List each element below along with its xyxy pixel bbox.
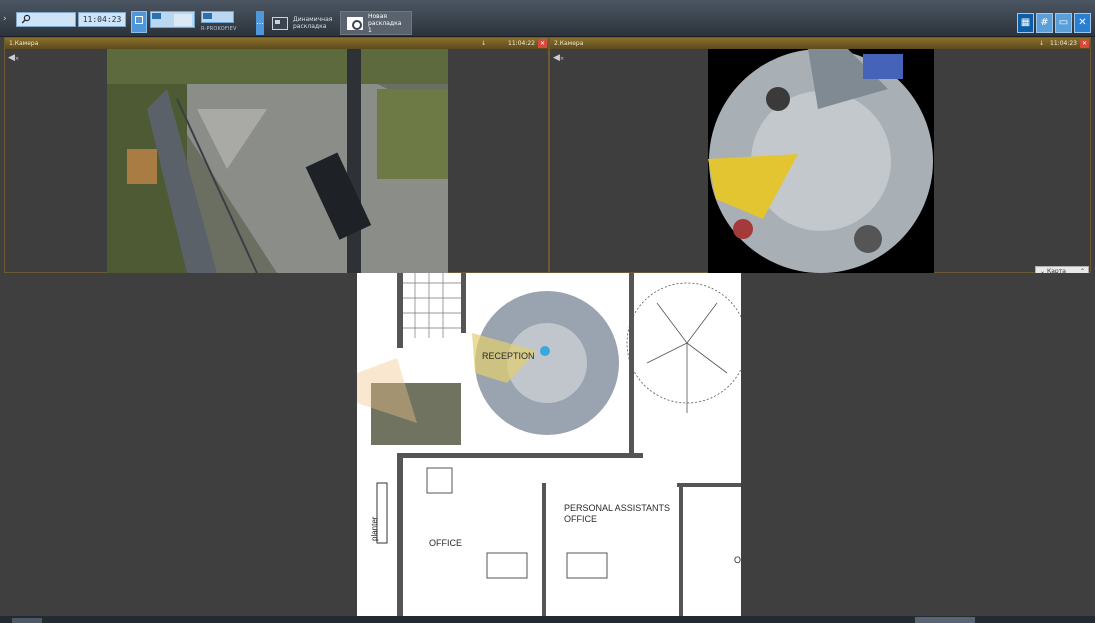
status-controls[interactable] <box>915 617 975 623</box>
floor-plan[interactable]: RECEPTION PERSONAL ASSISTANTS OFFICE OFF… <box>357 273 741 618</box>
grid-icon: # <box>1040 17 1049 28</box>
grid-button[interactable]: # <box>1036 13 1053 33</box>
speaker-icon[interactable]: ◀× <box>553 53 564 63</box>
expand-panel-arrow-icon[interactable]: › <box>3 14 7 24</box>
room-label: O <box>734 555 742 565</box>
camera-tile-1[interactable]: 1.Камера ↓ 11:04:22 ✕ ◀× <box>4 37 549 273</box>
camera-time: 11:04:22 <box>508 40 535 47</box>
room-label: OFFICE <box>564 514 597 524</box>
window-icon: ▭ <box>1058 17 1069 28</box>
more-layouts-button[interactable]: ... <box>256 11 264 35</box>
server-thumbnail[interactable] <box>201 11 234 23</box>
camera-title: 1.Камера <box>9 40 39 47</box>
close-icon[interactable]: ✕ <box>538 39 547 48</box>
app-window: › 11:04:23 R-PROKOFIEV ... Динамичная рас… <box>0 0 1095 623</box>
camera-header: 2.Камера ↓ 11:04:23 ✕ <box>550 38 1090 49</box>
room-label: RECEPTION <box>482 351 535 361</box>
settings-button[interactable]: ✕ <box>1074 13 1091 33</box>
status-button[interactable] <box>12 618 42 623</box>
clock-display: 11:04:23 <box>78 12 126 27</box>
room-label: OFFICE <box>429 538 462 548</box>
search-icon <box>21 14 31 24</box>
grid-layout-icon: ▦ <box>1020 17 1031 28</box>
search-input[interactable] <box>16 12 76 27</box>
pin-icon[interactable]: ↓ <box>1039 38 1044 49</box>
tab-new-layout[interactable]: Новая раскладка 1 <box>340 11 412 35</box>
window-button[interactable]: ▭ <box>1055 13 1072 33</box>
speaker-icon[interactable]: ◀× <box>8 53 19 63</box>
camera-video-2 <box>708 49 934 273</box>
map-panel[interactable]: RECEPTION PERSONAL ASSISTANTS OFFICE OFF… <box>0 273 1095 618</box>
right-toolbar: ▦ # ▭ ✕ <box>1017 13 1091 33</box>
settings-tool-icon: ✕ <box>1078 17 1087 28</box>
tab-dynamic-layout[interactable]: Динамичная раскладка <box>266 11 338 35</box>
status-bar <box>0 616 1095 623</box>
layout-grid-button[interactable] <box>131 11 147 33</box>
camera-thumb-icon <box>152 13 161 19</box>
floor-plan-drawing <box>357 273 741 618</box>
room-label: PERSONAL ASSISTANTS <box>564 503 671 513</box>
map-pin-icon <box>347 16 363 30</box>
server-label: R-PROKOFIEV <box>201 26 237 32</box>
camera-thumbnail[interactable] <box>150 11 195 28</box>
top-toolbar: › 11:04:23 R-PROKOFIEV ... Динамичная рас… <box>0 0 1095 37</box>
tab-label-line2: раскладка 1 <box>368 19 402 34</box>
close-icon[interactable]: ✕ <box>1080 39 1089 48</box>
tab-label-line1: Новая <box>368 12 388 20</box>
tab-label-line2: раскладка <box>293 23 327 30</box>
server-thumb-icon <box>203 13 212 19</box>
camera-video-1 <box>107 49 448 273</box>
camera-time: 11:04:23 <box>1050 40 1077 47</box>
pin-icon[interactable]: ↓ <box>481 38 486 49</box>
camera-header: 1.Камера ↓ 11:04:22 ✕ <box>5 38 548 49</box>
tab-label-line1: Динамичная <box>293 16 333 23</box>
camera-tile-2[interactable]: 2.Камера ↓ 11:04:23 ✕ ◀× <box>549 37 1091 273</box>
planter-label: planter <box>370 516 379 541</box>
camera-title: 2.Камера <box>554 40 584 47</box>
grid-icon <box>135 16 143 24</box>
grid-layout-button[interactable]: ▦ <box>1017 13 1034 33</box>
layout-icon <box>272 16 288 30</box>
